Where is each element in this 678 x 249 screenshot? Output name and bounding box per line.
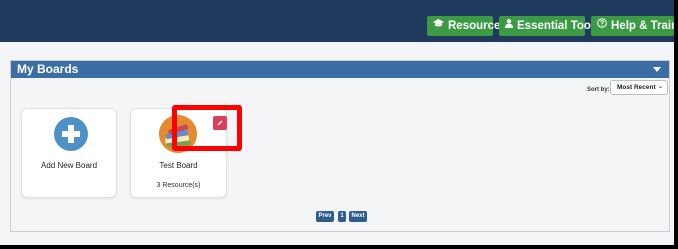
next-page-button[interactable]: Next bbox=[349, 211, 367, 222]
graduation-cap-icon bbox=[433, 16, 444, 36]
resource-count: 3 Resource(s) bbox=[156, 182, 201, 189]
caret-down-icon[interactable] bbox=[653, 67, 661, 72]
essential-toolkit-button[interactable]: Essential Toolkit bbox=[499, 16, 608, 36]
page-1-button[interactable]: 1 bbox=[338, 211, 346, 222]
panel-header[interactable]: My Boards bbox=[11, 61, 669, 78]
sort-selected-value: Most Recent bbox=[617, 84, 656, 91]
help-training-button[interactable]: Help & Training bbox=[591, 16, 674, 36]
plus-circle-icon bbox=[54, 117, 88, 151]
prev-page-button[interactable]: Prev bbox=[316, 211, 334, 222]
add-new-board-label: Add New Board bbox=[40, 161, 98, 170]
top-navigation-bar: Resources Essential Toolkit Help & Train… bbox=[0, 0, 674, 42]
person-icon bbox=[505, 16, 513, 36]
resources-label: Resources bbox=[448, 20, 507, 32]
test-board-label: Test Board bbox=[159, 161, 198, 170]
add-new-board-card[interactable]: Add New Board bbox=[21, 108, 117, 198]
resources-button[interactable]: Resources bbox=[427, 16, 507, 36]
my-boards-panel: My Boards Sort by: Most Recent ⌄ Add New… bbox=[10, 60, 670, 232]
question-circle-icon bbox=[597, 16, 607, 36]
sort-by-label: Sort by: bbox=[587, 87, 610, 93]
highlight-annotation-box bbox=[172, 105, 242, 151]
panel-title: My Boards bbox=[17, 62, 79, 76]
app-frame: Resources Essential Toolkit Help & Train… bbox=[0, 0, 674, 245]
chevron-down-icon: ⌄ bbox=[657, 84, 663, 90]
sort-select[interactable]: Most Recent ⌄ bbox=[610, 80, 668, 95]
help-training-label: Help & Training bbox=[611, 20, 674, 32]
